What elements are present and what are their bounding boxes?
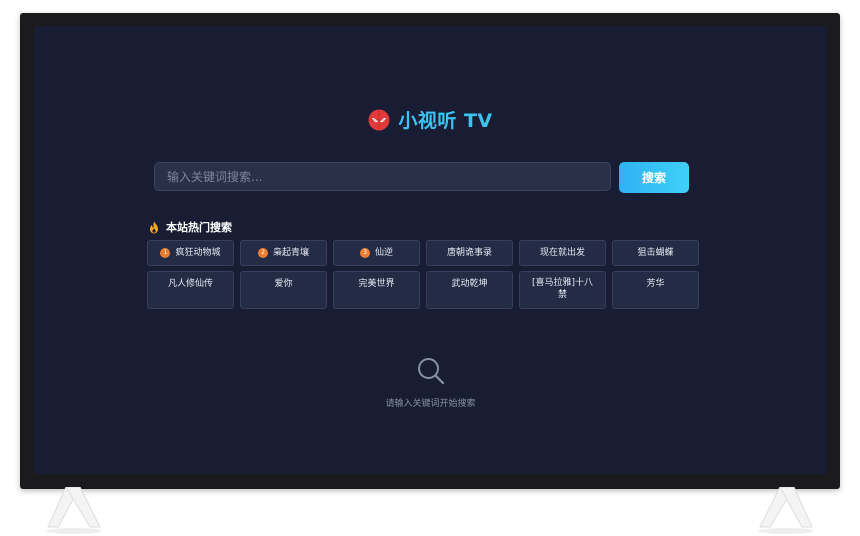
hot-search-label: 狙击蝴蝶 bbox=[637, 248, 674, 258]
spider-mask-icon bbox=[368, 109, 390, 130]
hot-search-label: 凡人修仙传 bbox=[167, 279, 213, 289]
search-icon bbox=[417, 358, 444, 385]
hot-search-title: 本站热门搜索 bbox=[166, 221, 232, 234]
hot-search-item[interactable]: 1 疯狂动物城 bbox=[147, 240, 234, 266]
hot-search-item[interactable]: 2 枭起青壤 bbox=[240, 240, 327, 266]
hot-search-item[interactable]: 芳华 bbox=[612, 271, 699, 309]
hot-search-label: 现在就出发 bbox=[539, 248, 585, 258]
hot-search-label: 完美世界 bbox=[358, 279, 395, 289]
hot-search-item[interactable]: [喜马拉雅]十八禁 bbox=[519, 271, 606, 309]
brand-header: 小视听 TV bbox=[34, 106, 827, 135]
hot-search-item[interactable]: 现在就出发 bbox=[519, 240, 606, 266]
hot-search-item[interactable]: 唐朝诡事录 bbox=[426, 240, 513, 266]
rank-badge: 1 bbox=[160, 248, 171, 258]
hot-search-label: 芳华 bbox=[646, 279, 665, 289]
hot-search-label: [喜马拉雅]十八禁 bbox=[531, 278, 594, 300]
hot-search-label: 唐朝诡事录 bbox=[446, 248, 492, 258]
hot-search-item[interactable]: 爱你 bbox=[240, 271, 327, 309]
app-title: 小视听 TV bbox=[398, 110, 493, 132]
hot-search-item[interactable]: 武动乾坤 bbox=[426, 271, 513, 309]
hot-search-item[interactable]: 3 仙逆 bbox=[333, 240, 420, 266]
search-bar: 搜索 bbox=[154, 162, 691, 193]
hot-search-item[interactable]: 完美世界 bbox=[333, 271, 420, 309]
rank-badge: 3 bbox=[359, 248, 370, 258]
tv-stand-left bbox=[46, 487, 102, 534]
rank-badge: 2 bbox=[257, 248, 268, 258]
hot-search-label: 枭起青壤 bbox=[272, 248, 309, 258]
hot-search-list: 1 疯狂动物城 2 枭起青壤 3 仙逆 唐朝诡事录 现在就出发 狙击蝴蝶 凡人修… bbox=[147, 240, 699, 309]
hot-search-item[interactable]: 凡人修仙传 bbox=[147, 271, 234, 309]
tv-stand-right bbox=[758, 487, 814, 534]
empty-state-message: 请输入关键词开始搜索 bbox=[385, 399, 476, 409]
empty-state: 请输入关键词开始搜索 bbox=[34, 356, 827, 409]
hot-search-item[interactable]: 狙击蝴蝶 bbox=[612, 240, 699, 266]
hot-search-label: 仙逆 bbox=[374, 248, 393, 258]
tv-screen: 小视听 TV 搜索 本站热门搜索 1 疯狂动物城 2 枭起青壤 3 仙逆 唐朝诡… bbox=[34, 26, 827, 474]
hot-search-label: 疯狂动物城 bbox=[175, 248, 221, 258]
search-input[interactable] bbox=[154, 162, 611, 191]
hot-search-label: 武动乾坤 bbox=[451, 279, 488, 289]
hot-search-header: 本站热门搜索 bbox=[148, 219, 232, 235]
hot-search-label: 爱你 bbox=[274, 279, 293, 289]
fire-icon bbox=[150, 221, 158, 233]
search-button[interactable]: 搜索 bbox=[619, 162, 689, 193]
